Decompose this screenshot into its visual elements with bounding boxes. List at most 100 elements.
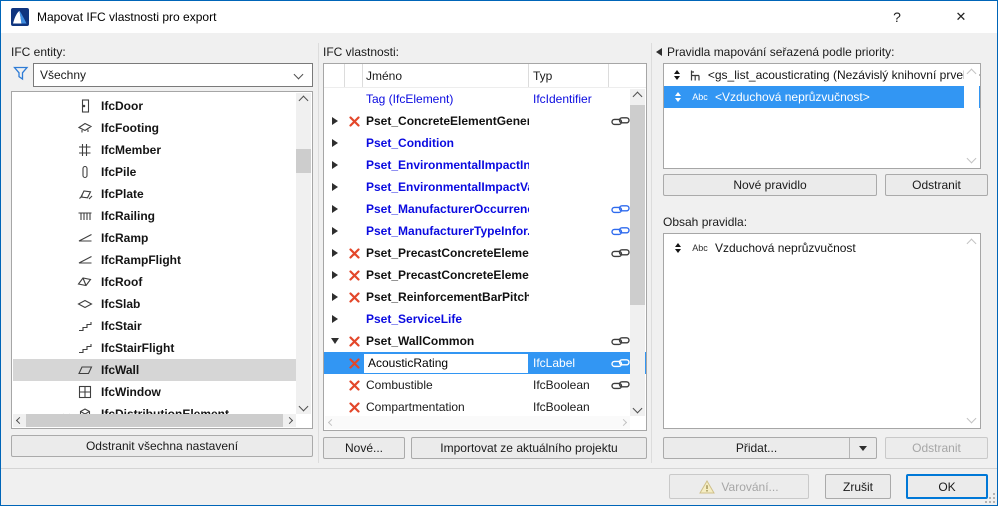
table-rows: Tag (IfcElement) IfcIdentifier Pset_Conc…	[324, 88, 646, 418]
table-row[interactable]: Pset_EnvironmentalImpactIn...	[324, 154, 646, 176]
tree-vertical-scrollbar[interactable]	[296, 93, 311, 414]
scroll-up-icon[interactable]	[296, 93, 311, 108]
tree-item[interactable]: IfcSlab	[13, 293, 298, 315]
table-row[interactable]: Pset_WallCommon	[324, 330, 646, 352]
chain-link-icon	[609, 204, 631, 215]
tree-item[interactable]: IfcPile	[13, 161, 298, 183]
table-row[interactable]: Combustible IfcBoolean	[324, 374, 646, 396]
expand-right-icon[interactable]	[324, 139, 345, 147]
reorder-icon[interactable]	[671, 243, 685, 253]
clear-all-settings-button[interactable]: Odstranit všechna nastavení	[11, 435, 313, 457]
tree-item[interactable]: IfcRamp	[13, 227, 298, 249]
tree-item[interactable]: IfcDoor	[13, 95, 298, 117]
column-header-type[interactable]: Typ	[529, 64, 609, 87]
properties-scroll-thumb[interactable]	[630, 105, 645, 305]
tree-item[interactable]: IfcStair	[13, 315, 298, 337]
properties-table: Jméno Typ Tag (IfcElement) IfcIdentifier…	[323, 63, 647, 431]
app-icon	[11, 8, 29, 26]
expand-right-icon[interactable]	[324, 249, 345, 257]
expand-right-icon[interactable]	[324, 315, 345, 323]
table-row[interactable]: Tag (IfcElement) IfcIdentifier	[324, 88, 646, 110]
collapse-down-icon[interactable]	[324, 338, 345, 344]
delete-x-icon	[345, 248, 363, 259]
property-name-edit-field[interactable]: AcousticRating	[364, 354, 528, 373]
table-row[interactable]: Pset_ServiceLife	[324, 308, 646, 330]
ok-button[interactable]: OK	[906, 474, 988, 499]
tree-item[interactable]: IfcMember	[13, 139, 298, 161]
map-ifc-properties-dialog: Mapovat IFC vlastnosti pro export ? ✕ IF…	[0, 0, 998, 506]
new-property-button[interactable]: Nové...	[323, 437, 405, 459]
rule-item[interactable]: <gs_list_acousticrating (Nezávislý kniho…	[664, 64, 980, 86]
mapping-rules-list: <gs_list_acousticrating (Nezávislý kniho…	[663, 63, 981, 169]
expand-right-icon[interactable]	[324, 183, 345, 191]
tree-item[interactable]: IfcRailing	[13, 205, 298, 227]
slab-icon	[75, 297, 95, 311]
tree-item[interactable]: IfcWindow	[13, 381, 298, 403]
panel-collapse-icon[interactable]	[656, 48, 662, 56]
column-header-name[interactable]: Jméno	[363, 64, 529, 87]
table-row[interactable]: Pset_ReinforcementBarPitch...	[324, 286, 646, 308]
help-button[interactable]: ?	[875, 1, 919, 33]
tree-hscroll-thumb[interactable]	[26, 414, 283, 427]
table-row[interactable]: Pset_ManufacturerTypeInfor...	[324, 220, 646, 242]
close-button[interactable]: ✕	[939, 1, 983, 33]
table-row[interactable]: Pset_PrecastConcreteElement...	[324, 264, 646, 286]
pile-icon	[75, 165, 95, 179]
door-icon	[75, 99, 95, 113]
table-row[interactable]: Pset_EnvironmentalImpactVal...	[324, 176, 646, 198]
table-row[interactable]: Pset_PrecastConcreteElement...	[324, 242, 646, 264]
tree-item[interactable]: IfcRampFlight	[13, 249, 298, 271]
resize-grip[interactable]	[985, 493, 995, 503]
rule-content-item[interactable]: Abc Vzduchová neprůzvučnost	[664, 237, 980, 259]
table-row[interactable]: Compartmentation IfcBoolean	[324, 396, 646, 418]
window-icon	[75, 385, 95, 399]
expand-right-icon[interactable]	[324, 293, 345, 301]
title-bar: Mapovat IFC vlastnosti pro export ? ✕	[1, 1, 997, 33]
railing-icon	[75, 209, 95, 223]
entity-filter-value: Všechny	[40, 68, 86, 82]
chain-link-icon	[609, 336, 631, 347]
tree-item[interactable]: IfcStairFlight	[13, 337, 298, 359]
scroll-right-icon[interactable]	[283, 414, 296, 427]
member-icon	[75, 143, 95, 157]
tree-item[interactable]: IfcRoof	[13, 271, 298, 293]
cancel-button[interactable]: Zrušit	[825, 474, 891, 499]
ifc-properties-label: IFC vlastnosti:	[323, 45, 399, 59]
abc-type-icon: Abc	[688, 243, 712, 253]
chain-link-icon	[609, 380, 631, 391]
table-row-selected[interactable]: AcousticRating IfcLabel	[324, 352, 646, 374]
entity-filter-select[interactable]: Všechny	[33, 63, 313, 87]
tree-item-selected[interactable]: IfcWall	[13, 359, 298, 381]
new-rule-button[interactable]: Nové pravidlo	[663, 174, 877, 196]
properties-vertical-scrollbar[interactable]	[630, 89, 645, 416]
tree-scroll-thumb[interactable]	[296, 149, 311, 173]
scroll-down-icon[interactable]	[296, 399, 311, 414]
expand-right-icon[interactable]	[324, 227, 345, 235]
chevron-down-icon	[294, 70, 304, 80]
scroll-left-icon[interactable]	[13, 414, 26, 427]
reorder-icon[interactable]	[671, 70, 682, 80]
tree-item[interactable]: IfcFooting	[13, 117, 298, 139]
expand-right-icon[interactable]	[324, 205, 345, 213]
table-row[interactable]: Pset_ManufacturerOccurrence	[324, 198, 646, 220]
mapping-rules-label: Pravidla mapování seřazená podle priorit…	[667, 45, 894, 59]
add-dropdown-icon[interactable]	[850, 446, 876, 451]
expand-right-icon[interactable]	[324, 117, 345, 125]
filter-icon[interactable]	[13, 66, 29, 81]
expand-right-icon[interactable]	[324, 271, 345, 279]
reorder-icon[interactable]	[671, 92, 685, 102]
add-button[interactable]: Přidat...	[663, 437, 877, 459]
content-scrollbar	[964, 235, 979, 427]
tree-item[interactable]: IfcPlate	[13, 183, 298, 205]
table-row[interactable]: Pset_Condition	[324, 132, 646, 154]
scroll-up-icon[interactable]	[630, 89, 645, 104]
scroll-down-icon[interactable]	[630, 401, 645, 416]
import-from-project-button[interactable]: Importovat ze aktuálního projektu	[411, 437, 647, 459]
plate-icon	[75, 187, 95, 201]
table-row[interactable]: Pset_ConcreteElementGeneral	[324, 110, 646, 132]
ramp-icon	[75, 231, 95, 245]
expand-right-icon[interactable]	[324, 161, 345, 169]
tree-horizontal-scrollbar[interactable]	[13, 414, 296, 427]
rule-item-selected[interactable]: Abc <Vzduchová neprůzvučnost>	[664, 86, 980, 108]
remove-rule-button[interactable]: Odstranit	[885, 174, 988, 196]
